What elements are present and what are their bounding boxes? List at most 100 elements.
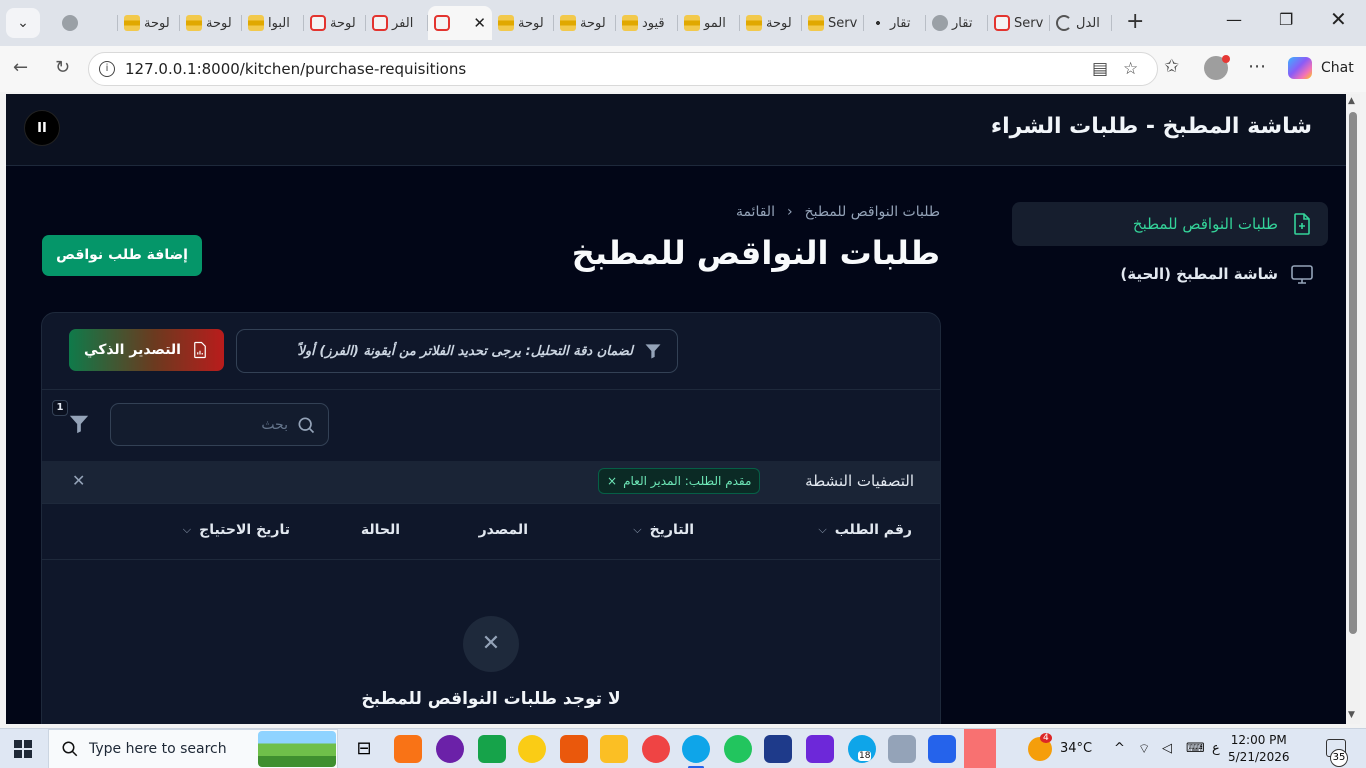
active-filter-chip-label: مقدم الطلب: المدير العام: [623, 474, 752, 488]
minimize-icon[interactable]: —: [1226, 10, 1242, 29]
browser-tab[interactable]: لوحة: [118, 6, 180, 40]
browser-tab[interactable]: تقار: [926, 6, 988, 40]
divider: [42, 389, 940, 390]
keyboard-icon[interactable]: ⌨: [1186, 741, 1205, 756]
network-icon[interactable]: ⌔: [1138, 741, 1150, 757]
money-app-icon[interactable]: [478, 735, 506, 763]
browser-tab[interactable]: قيود: [616, 6, 678, 40]
column-label: المصدر: [478, 522, 528, 538]
browser-tab[interactable]: لوحة: [740, 6, 802, 40]
chevron-down-icon: ⌵: [182, 523, 192, 536]
smart-export-button[interactable]: التصدير الذكي: [69, 329, 224, 371]
refresh-icon[interactable]: ↻: [55, 57, 70, 78]
clear-filters-icon[interactable]: ✕: [72, 471, 85, 490]
column-header-status: الحالة: [361, 522, 400, 538]
site-info-icon[interactable]: i: [99, 61, 115, 77]
vscode-icon[interactable]: [928, 735, 956, 763]
browser-toolbar: ← ↻ i 127.0.0.1:8000/kitchen/purchase-re…: [0, 46, 1366, 92]
triangle-app-icon[interactable]: [806, 735, 834, 763]
column-header-date[interactable]: التاريخ ⌵: [633, 522, 694, 538]
browser-tab[interactable]: لوحة: [180, 6, 242, 40]
scroll-down-icon[interactable]: ▼: [1348, 710, 1355, 720]
remove-filter-icon[interactable]: ×: [607, 469, 617, 493]
browser-tab[interactable]: [56, 6, 118, 40]
browser-tab-label: الدل: [1076, 15, 1100, 31]
chrome-icon[interactable]: [642, 735, 670, 763]
browser-tab[interactable]: الفر: [366, 6, 428, 40]
browser-tab[interactable]: لوحة: [492, 6, 554, 40]
windows-start-icon[interactable]: [14, 740, 32, 758]
column-header-source: المصدر: [479, 522, 528, 538]
scroll-thumb[interactable]: [1349, 112, 1357, 634]
browser-tab-label: المو: [704, 15, 726, 31]
sublime-icon[interactable]: [560, 735, 588, 763]
browser-tab[interactable]: Serv: [802, 6, 864, 40]
edge-icon[interactable]: [682, 735, 710, 763]
sidebar-item-kitchen-live-screen[interactable]: شاشة المطبخ (الحية): [1012, 252, 1328, 296]
browser-tab[interactable]: الدل: [1050, 6, 1112, 40]
page-scrollbar[interactable]: ▲ ▼: [1346, 94, 1360, 724]
column-header-need-date[interactable]: تاريخ الاحتياج ⌵: [183, 522, 290, 538]
column-header-request-number[interactable]: رقم الطلب ⌵: [818, 522, 912, 538]
maximize-icon[interactable]: ❐: [1279, 10, 1293, 29]
favorites-icon[interactable]: ✩: [1164, 56, 1179, 77]
breadcrumb-parent-link[interactable]: طلبات النواقص للمطبخ: [805, 204, 940, 220]
task-view-icon[interactable]: ⊟: [350, 735, 378, 763]
dots-favicon-icon: [870, 15, 886, 31]
browser-tab[interactable]: المو: [678, 6, 740, 40]
pause-button[interactable]: II: [24, 110, 60, 146]
github-icon[interactable]: [436, 735, 464, 763]
filter-count-badge: 1: [52, 400, 68, 416]
filter-funnel-icon[interactable]: [68, 413, 90, 435]
stack-favicon-icon: [684, 15, 700, 31]
close-window-icon[interactable]: ✕: [1330, 7, 1347, 31]
page-viewport: شاشة المطبخ - طلبات الشراء II طلبات النو…: [6, 94, 1346, 724]
close-tab-icon[interactable]: ✕: [473, 14, 486, 32]
browser-tab[interactable]: لوحة: [304, 6, 366, 40]
weather-temperature[interactable]: 34°C: [1060, 741, 1092, 756]
browser-tab[interactable]: Serv: [988, 6, 1050, 40]
scroll-up-icon[interactable]: ▲: [1348, 96, 1355, 106]
taskbar-clock[interactable]: 12:00 PM 5/21/2026: [1228, 732, 1290, 766]
vectorizer-icon[interactable]: [764, 735, 792, 763]
app-header: شاشة المطبخ - طلبات الشراء II: [6, 94, 1346, 166]
search-highlight-image[interactable]: [258, 731, 336, 767]
address-bar[interactable]: i 127.0.0.1:8000/kitchen/purchase-requis…: [88, 52, 1158, 86]
postman-like-icon[interactable]: [518, 735, 546, 763]
notes-icon[interactable]: [888, 735, 916, 763]
volume-icon[interactable]: ◁: [1162, 741, 1172, 756]
url-text: 127.0.0.1:8000/kitchen/purchase-requisit…: [125, 60, 467, 78]
xampp-icon[interactable]: [394, 735, 422, 763]
sidebar-item-kitchen-requisitions[interactable]: طلبات النواقص للمطبخ: [1012, 202, 1328, 246]
active-app-icon[interactable]: [964, 729, 996, 768]
column-label: تاريخ الاحتياج: [199, 522, 290, 538]
active-filter-chip[interactable]: مقدم الطلب: المدير العام ×: [598, 468, 761, 494]
browser-tab-label: Serv: [1014, 15, 1044, 31]
language-indicator[interactable]: ع: [1212, 741, 1220, 756]
file-explorer-icon[interactable]: [600, 735, 628, 763]
breadcrumb-current: القائمة: [735, 204, 775, 220]
back-icon[interactable]: ←: [13, 57, 28, 78]
stack-favicon-icon: [186, 15, 202, 31]
chat-button[interactable]: Chat: [1321, 60, 1354, 76]
weather-badge: 4: [1040, 733, 1052, 743]
funnel-icon: [645, 344, 661, 359]
reader-mode-icon[interactable]: ▤: [1092, 59, 1108, 79]
favorite-star-icon[interactable]: ☆: [1123, 59, 1138, 79]
new-tab-button[interactable]: +: [1126, 9, 1144, 34]
browser-tab[interactable]: تقار: [864, 6, 926, 40]
telegram-badge: 18: [858, 751, 872, 761]
copilot-icon[interactable]: [1288, 57, 1312, 79]
tray-chevron-up-icon[interactable]: ^: [1114, 741, 1125, 756]
gray-favicon-icon: [62, 15, 78, 31]
browser-tab[interactable]: ✕: [428, 6, 492, 40]
add-requisition-button[interactable]: إضافة طلب نواقص: [42, 235, 202, 276]
search-input[interactable]: بحث: [110, 403, 329, 446]
notification-count-badge: 35: [1330, 749, 1348, 767]
tab-actions-menu-button[interactable]: ⌄: [6, 8, 40, 38]
chrome-profile-icon[interactable]: [724, 735, 752, 763]
browser-tab[interactable]: لوحة: [554, 6, 616, 40]
page-title: طلبات النواقص للمطبخ: [571, 234, 940, 272]
more-options-icon[interactable]: ⋯: [1248, 56, 1266, 77]
browser-tab[interactable]: البوا: [242, 6, 304, 40]
